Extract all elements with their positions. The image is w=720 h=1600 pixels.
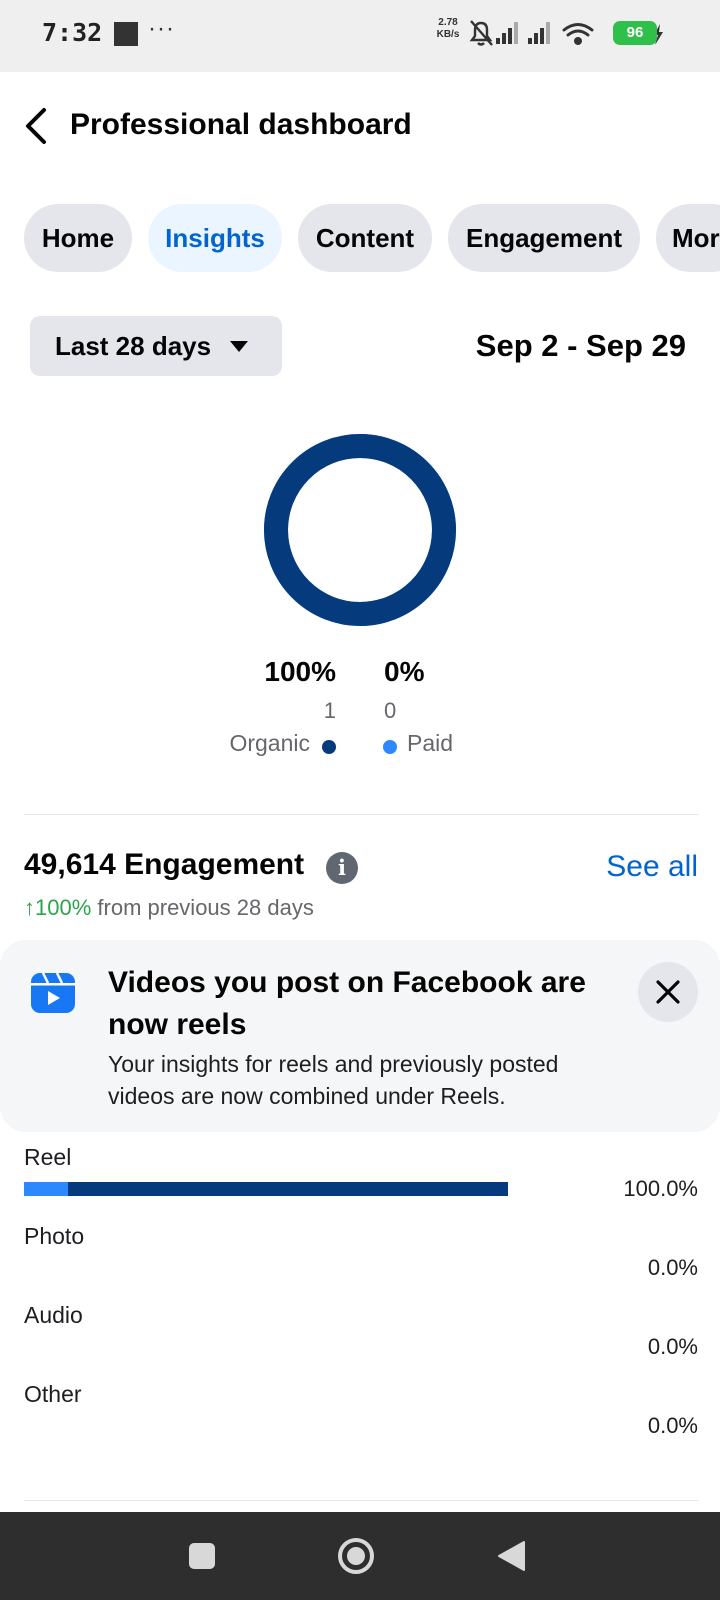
divider xyxy=(24,814,698,815)
see-all-link[interactable]: See all xyxy=(606,850,698,884)
organic-legend-label: Organic xyxy=(229,730,310,756)
banner-body: Your insights for reels and previously p… xyxy=(108,1051,559,1109)
breakdown-label-audio: Audio xyxy=(24,1302,83,1328)
engagement-title: 49,614 Engagement xyxy=(24,848,305,881)
engagement-change: ↑100% from previous 28 days xyxy=(24,895,314,921)
date-range-text: Sep 2 - Sep 29 xyxy=(475,328,686,363)
back-nav-icon[interactable] xyxy=(496,1540,526,1572)
status-bar: 7:32 ··· 2.78 KB/s 96 xyxy=(0,0,720,72)
reels-icon xyxy=(31,972,75,1013)
more-notifications-icon: ··· xyxy=(148,15,175,42)
breakdown-label-reel: Reel xyxy=(24,1144,72,1170)
paid-count: 0 xyxy=(384,698,397,723)
signal-1-icon xyxy=(496,22,518,44)
organic-paid-donut-chart xyxy=(264,434,456,626)
tab-insights[interactable]: Insights xyxy=(148,204,282,272)
network-speed-value: 2.78 xyxy=(438,17,458,28)
recents-icon[interactable] xyxy=(188,1542,216,1570)
organic-percent: 100% xyxy=(264,656,336,687)
tab-content[interactable]: Content xyxy=(298,204,432,272)
paid-percent: 0% xyxy=(384,656,425,687)
notification-square-icon xyxy=(114,22,138,46)
bell-off-icon xyxy=(469,20,493,46)
donut-organic-segment xyxy=(264,434,456,626)
breakdown-percent-other: 0.0% xyxy=(647,1413,698,1438)
date-range-dropdown[interactable]: Last 28 days xyxy=(30,316,282,376)
paid-legend-label: Paid xyxy=(407,730,454,756)
breakdown-label-other: Other xyxy=(24,1381,82,1407)
back-arrow-icon[interactable] xyxy=(22,106,52,146)
info-icon[interactable]: i xyxy=(326,852,358,884)
tab-engagement[interactable]: Engagement xyxy=(448,204,640,272)
caret-down-icon xyxy=(230,341,248,352)
network-speed: 2.78 KB/s xyxy=(430,17,466,41)
breakdown-label-photo: Photo xyxy=(24,1223,85,1249)
divider xyxy=(24,1500,698,1501)
up-arrow-icon: ↑ xyxy=(24,895,35,920)
status-time: 7:32 xyxy=(42,18,103,47)
breakdown-percent-audio: 0.0% xyxy=(647,1334,698,1359)
banner-title: Videos you post on Facebook are now reel… xyxy=(108,966,586,1041)
tab-home[interactable]: Home xyxy=(24,204,132,272)
breakdown-percent-photo: 0.0% xyxy=(647,1255,698,1280)
close-icon xyxy=(656,980,680,1004)
reel-bar-highlight xyxy=(24,1182,68,1196)
page-title: Professional dashboard xyxy=(70,108,412,141)
organic-count: 1 xyxy=(323,698,336,723)
tab-more[interactable]: Mor xyxy=(656,204,720,272)
engagement-change-suffix: from previous 28 days xyxy=(91,895,314,920)
reels-info-banner: Videos you post on Facebook are now reel… xyxy=(0,940,720,1132)
date-range-selected: Last 28 days xyxy=(55,331,212,361)
paid-legend-dot xyxy=(383,740,397,754)
battery-indicator: 96 xyxy=(613,21,657,45)
signal-2-icon xyxy=(528,22,550,44)
organic-legend-dot xyxy=(322,740,336,754)
system-nav-bar xyxy=(0,1512,720,1600)
engagement-change-value: 100% xyxy=(35,895,92,920)
home-icon[interactable] xyxy=(336,1536,376,1576)
network-speed-unit: KB/s xyxy=(436,29,460,40)
reel-bar xyxy=(24,1182,508,1196)
breakdown-percent-reel: 100.0% xyxy=(623,1176,698,1201)
close-button[interactable] xyxy=(638,962,698,1022)
wifi-icon xyxy=(562,23,594,45)
